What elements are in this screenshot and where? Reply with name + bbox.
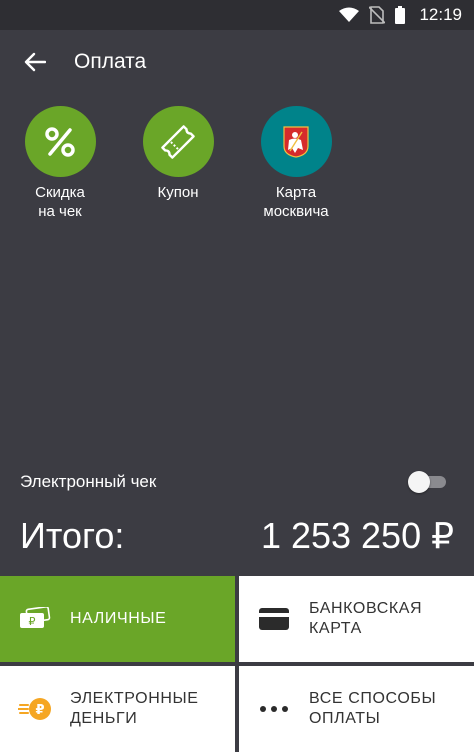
bank-card-icon [259,608,289,630]
cash-payment-label: НАЛИЧНЫЕ [70,610,167,627]
electronic-money-payment-label: ЭЛЕКТРОННЫЕ ДЕНЬГИ [70,690,199,727]
moscow-card-button[interactable]: Карта москвича [236,106,356,221]
page-title: Оплата [74,50,147,73]
svg-text:₽: ₽ [35,703,44,718]
bank-card-payment-label: БАНКОВСКАЯ КАРТА [309,600,423,637]
coupon-circle [142,106,214,177]
app-bar: Оплата [0,30,474,94]
discount-receipt-label: Скидка на чек [35,184,85,220]
discount-receipt-button[interactable]: Скидка на чек [0,106,120,221]
total-label: Итого: [20,515,125,556]
bank-card-payment-button[interactable]: БАНКОВСКАЯ КАРТА [239,576,474,662]
status-time: 12:19 [419,5,462,24]
e-receipt-row: Электронный чек [0,462,474,502]
moscow-card-label: Карта москвича [263,184,329,220]
coupon-button[interactable]: Купон [118,106,238,202]
battery-icon [395,6,406,24]
cash-banknote-icon: ₽ [20,607,51,628]
cash-payment-button[interactable]: ₽ НАЛИЧНЫЕ [0,576,235,662]
coupon-ticket-icon [161,124,195,159]
moscow-coat-of-arms-icon [283,125,309,158]
all-payment-methods-label: ВСЕ СПОСОБЫ ОПЛАТЫ [309,690,437,727]
svg-text:₽: ₽ [29,615,36,628]
no-sim-icon [369,6,386,24]
wifi-icon [339,7,360,22]
percent-icon [45,126,75,157]
discount-receipt-circle [24,106,96,177]
electronic-money-payment-button[interactable]: ₽ ЭЛЕКТРОННЫЕ ДЕНЬГИ [0,666,235,752]
discount-options: Скидка на чек Купон Карта москвича [0,106,474,236]
payment-methods: ₽ НАЛИЧНЫЕ БАНКОВСКАЯ КАРТА ₽ ЭЛЕКТРОННЫ… [0,576,474,752]
coupon-label: Купон [157,184,199,201]
total-amount: 1 253 250 ₽ [260,515,454,556]
e-receipt-label: Электронный чек [20,472,157,491]
total-row: Итого: 1 253 250 ₽ [0,508,474,564]
moscow-card-circle [260,106,332,177]
arrow-back-icon [24,52,46,72]
electronic-money-icon: ₽ [18,698,51,720]
more-dots-icon [260,706,288,712]
back-button[interactable] [0,30,70,94]
all-payment-methods-button[interactable]: ВСЕ СПОСОБЫ ОПЛАТЫ [239,666,474,752]
toggle-thumb [408,471,430,493]
e-receipt-toggle[interactable] [408,471,448,493]
status-bar: 12:19 [0,0,474,30]
